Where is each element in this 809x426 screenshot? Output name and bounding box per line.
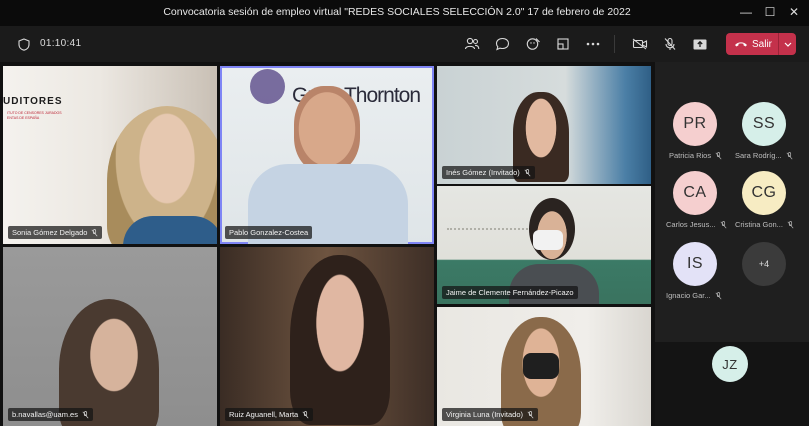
mic-off-icon xyxy=(786,151,793,159)
mic-off-icon xyxy=(82,410,89,418)
mic-off-button[interactable] xyxy=(660,34,680,54)
mic-off-icon xyxy=(527,410,534,418)
minimize-button[interactable]: — xyxy=(736,3,756,21)
window-title: Convocatoria sesión de empleo virtual "R… xyxy=(163,6,631,18)
participant-name-tag: Sonia Gómez Delgado xyxy=(8,226,103,239)
participant-name-tag: Pablo Gonzalez-Costea xyxy=(225,226,313,239)
leave-options-button[interactable] xyxy=(778,33,796,55)
video-tile-jaime[interactable]: Jaime de Clemente Fernández-Picazo xyxy=(437,186,651,304)
participant-name-tag: Ruiz Aguanell, Marta xyxy=(225,408,314,421)
participants-button[interactable] xyxy=(462,34,482,54)
phone-hangup-icon xyxy=(735,42,747,47)
avatar-self[interactable]: JZ xyxy=(712,346,748,382)
participant-video xyxy=(59,299,159,426)
mic-off-icon xyxy=(715,151,722,159)
participant-clothing xyxy=(123,216,217,244)
camera-off-button[interactable] xyxy=(630,34,650,54)
video-stage: UDITORES ITUTO DE CENSORES JURADOS ENTAS… xyxy=(0,62,655,426)
avatar-sara[interactable]: SS xyxy=(742,102,786,146)
roster-name: Patricia Rios xyxy=(669,151,722,160)
chat-button[interactable] xyxy=(492,34,512,54)
participant-video xyxy=(290,255,390,425)
mic-off-icon xyxy=(302,410,309,418)
share-screen-button[interactable] xyxy=(690,34,710,54)
meeting-timer: 01:10:41 xyxy=(40,38,82,49)
auditores-subtitle: ITUTO DE CENSORES JURADOS ENTAS DE ESPAÑ… xyxy=(7,111,62,120)
participant-name-tag: b.navallas@uam.es xyxy=(8,408,93,421)
roster-name: Cristina Gon... xyxy=(735,220,794,229)
avatar-carlos[interactable]: CA xyxy=(673,171,717,215)
chevron-down-icon xyxy=(784,42,791,47)
close-window-button[interactable]: ✕ xyxy=(784,3,804,21)
video-tile-virginia[interactable]: Virginia Luna (Invitado) xyxy=(437,307,651,426)
video-tile-ruiz[interactable]: Ruiz Aguanell, Marta xyxy=(220,247,434,426)
mic-off-icon xyxy=(524,168,531,176)
avatar-patricia[interactable]: PR xyxy=(673,102,717,146)
more-options-button[interactable] xyxy=(583,34,603,54)
roster-name: Ignacio Gar... xyxy=(666,291,722,300)
participant-name-tag: Jaime de Clemente Fernández-Picazo xyxy=(442,286,578,299)
auditores-sign: UDITORES xyxy=(3,96,63,107)
participant-video xyxy=(294,86,360,172)
rooms-button[interactable] xyxy=(553,34,573,54)
grant-thornton-logo xyxy=(250,69,285,104)
window-titlebar: Convocatoria sesión de empleo virtual "R… xyxy=(0,0,809,24)
participant-name-tag: Inés Gómez (Invitado) xyxy=(442,166,535,179)
shield-icon xyxy=(14,34,34,54)
maximize-button[interactable]: ☐ xyxy=(760,3,780,21)
video-tile-sonia[interactable]: UDITORES ITUTO DE CENSORES JURADOS ENTAS… xyxy=(3,66,217,244)
more-participants-button[interactable]: +4 xyxy=(742,242,786,286)
self-view: JZ xyxy=(655,342,809,426)
mic-off-icon xyxy=(715,291,722,299)
avatar-ignacio[interactable]: IS xyxy=(673,242,717,286)
video-tile-pablo[interactable]: Grant Thornton Pablo Gonzalez-Costea xyxy=(220,66,434,244)
face-mask xyxy=(533,230,563,250)
video-tile-bnavallas[interactable]: b.navallas@uam.es xyxy=(3,247,217,426)
meeting-toolbar: 01:10:41 Salir xyxy=(0,26,809,62)
mic-off-icon xyxy=(92,228,98,236)
mic-off-icon xyxy=(787,220,794,228)
mic-off-icon xyxy=(720,220,727,228)
participant-name-tag: Virginia Luna (Invitado) xyxy=(442,408,538,421)
roster-name: Sara Rodríg... xyxy=(735,151,793,160)
toolbar-divider xyxy=(614,35,615,53)
participant-video xyxy=(529,198,575,260)
face-mask xyxy=(523,353,559,379)
leave-button[interactable]: Salir xyxy=(726,33,796,55)
leave-label: Salir xyxy=(752,38,773,50)
video-tile-ines[interactable]: Inés Gómez (Invitado) xyxy=(437,66,651,184)
roster-name: Carlos Jesus... xyxy=(666,220,727,229)
reactions-button[interactable] xyxy=(523,34,543,54)
avatar-cristina[interactable]: CG xyxy=(742,171,786,215)
